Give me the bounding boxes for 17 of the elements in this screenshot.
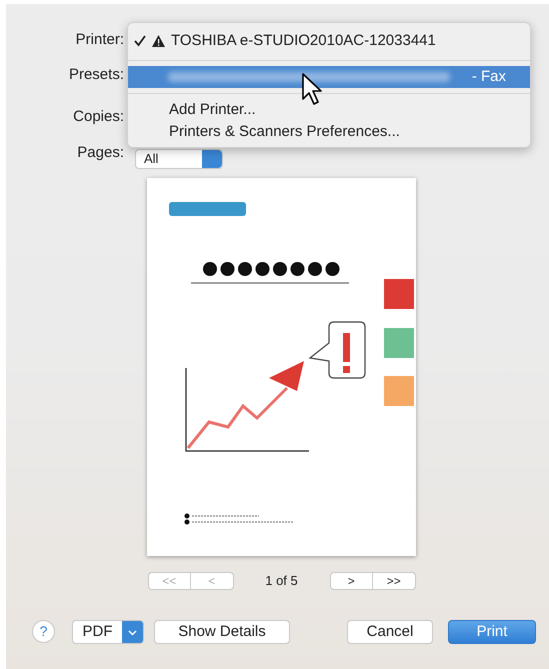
last-page-button[interactable]: >> [373, 572, 414, 589]
menu-item[interactable]: Add Printer... [128, 99, 530, 121]
dialog-button[interactable]: Cancel [347, 620, 433, 644]
check-icon [134, 35, 146, 47]
next-page-button[interactable]: > [330, 572, 373, 589]
menu-item[interactable]: TOSHIBA e-STUDIO2010AC-12033441 [128, 27, 530, 55]
page-counter: 1 of 5 [264, 572, 299, 590]
dialog-button[interactable]: Show Details [154, 620, 290, 644]
menu-item[interactable]: Printers & Scanners Preferences... [128, 121, 530, 143]
pages-dropdown[interactable]: All [135, 149, 223, 169]
chevron-down-icon [122, 620, 143, 642]
field-label: Printer: [74, 30, 124, 50]
field-label: Pages: [76, 142, 124, 163]
field-label: Presets: [68, 64, 124, 85]
help-button[interactable]: ? [32, 620, 55, 643]
field-label: Copies: [72, 106, 124, 127]
pdf-menu-button[interactable]: PDF [72, 620, 144, 644]
